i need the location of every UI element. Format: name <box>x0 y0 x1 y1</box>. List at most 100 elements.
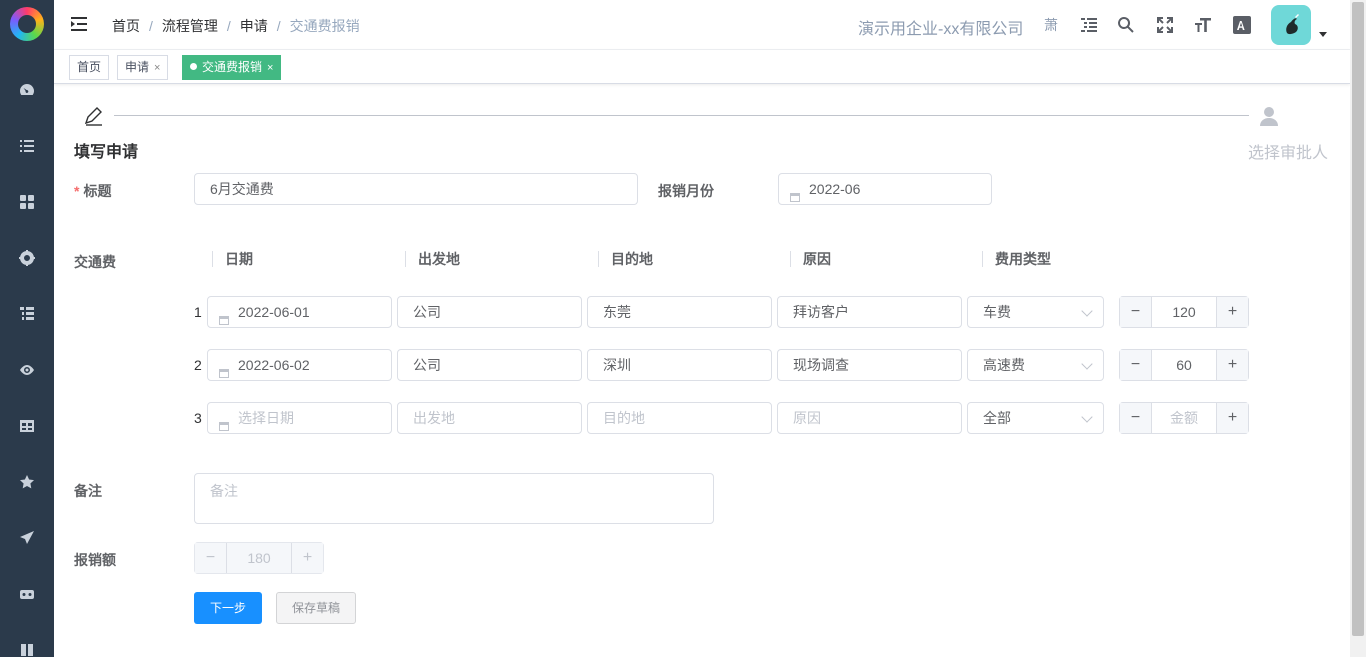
decrease-button[interactable]: − <box>1120 403 1152 433</box>
tag-apply[interactable]: 申请 × <box>117 55 169 80</box>
chevron-down-icon[interactable] <box>1319 32 1327 37</box>
font-size-icon[interactable] <box>1192 14 1214 36</box>
book-icon[interactable] <box>17 640 37 660</box>
chevron-down-icon <box>1081 305 1093 317</box>
column-header-date: 日期 <box>212 251 253 267</box>
row-type-value: 高速费 <box>983 357 1025 373</box>
row-reason-input[interactable]: 拜访客户 <box>777 296 962 328</box>
row-to-input[interactable]: 目的地 <box>587 402 772 434</box>
calendar-icon <box>218 359 230 378</box>
column-header-type: 费用类型 <box>982 251 1051 267</box>
total-label: 报销额 <box>74 552 116 568</box>
row-to-input[interactable]: 东莞 <box>587 296 772 328</box>
row-from-input[interactable]: 公司 <box>397 296 582 328</box>
increase-button[interactable]: + <box>1216 403 1248 433</box>
row-amount-stepper: −120 + <box>1119 296 1249 328</box>
total-amount-stepper: − 180 + <box>194 542 324 574</box>
robot-icon[interactable] <box>17 584 37 604</box>
decrease-button: − <box>195 543 227 573</box>
close-icon[interactable]: × <box>154 62 160 74</box>
tag-home[interactable]: 首页 <box>69 55 110 80</box>
column-header-from: 出发地 <box>405 251 460 267</box>
row-amount-placeholder[interactable]: 金额 <box>1152 403 1216 433</box>
chevron-down-icon <box>1081 411 1093 423</box>
row-number: 3 <box>194 410 202 426</box>
tag-apply-label: 申请 <box>125 60 150 74</box>
target-icon[interactable] <box>17 248 37 268</box>
calendar-icon <box>789 183 801 202</box>
decrease-button[interactable]: − <box>1120 297 1152 327</box>
breadcrumb-item-process[interactable]: 流程管理 <box>162 18 218 34</box>
app-logo[interactable] <box>10 7 44 41</box>
column-header-reason: 原因 <box>790 251 831 267</box>
fullscreen-icon[interactable] <box>1154 14 1176 36</box>
tree-icon[interactable] <box>1078 14 1100 36</box>
remark-textarea[interactable]: 备注 <box>194 473 714 524</box>
row-amount-stepper: −60 + <box>1119 349 1249 381</box>
grid-icon[interactable] <box>17 192 37 212</box>
save-draft-button[interactable]: 保存草稿 <box>276 592 356 624</box>
table-icon[interactable] <box>17 416 37 436</box>
tasks-icon[interactable] <box>17 304 37 324</box>
dashboard-icon[interactable] <box>17 80 37 100</box>
calendar-icon <box>218 306 230 325</box>
list-icon[interactable] <box>17 136 37 156</box>
user-avatar[interactable] <box>1271 5 1311 45</box>
close-icon[interactable]: × <box>267 62 273 74</box>
title-label: * 标题 <box>74 181 111 201</box>
row-date-value: 2022-06-02 <box>238 357 310 373</box>
breadcrumb: 首页 / 流程管理 / 申请 / 交通费报销 <box>112 18 360 34</box>
row-from-input[interactable]: 公司 <box>397 349 582 381</box>
scrollbar-thumb[interactable] <box>1352 2 1364 636</box>
row-reason-input[interactable]: 原因 <box>777 402 962 434</box>
row-date-picker[interactable]: 2022-06-02 <box>207 349 392 381</box>
title-input[interactable]: 6月交通费 <box>194 173 638 205</box>
total-amount-value: 180 <box>247 550 271 566</box>
row-amount-value[interactable]: 60 <box>1152 350 1216 380</box>
row-type-select[interactable]: 高速费 <box>967 349 1104 381</box>
required-mark: * <box>74 183 80 199</box>
decrease-button[interactable]: − <box>1120 350 1152 380</box>
top-navbar: 首页 / 流程管理 / 申请 / 交通费报销 演示用企业-xx有限公司 萧 <box>54 0 1350 50</box>
row-from-input[interactable]: 出发地 <box>397 402 582 434</box>
eye-icon[interactable] <box>17 360 37 380</box>
row-date-picker[interactable]: 2022-06-01 <box>207 296 392 328</box>
breadcrumb-item-home[interactable]: 首页 <box>112 18 140 34</box>
tag-transport-expense[interactable]: 交通费报销 × <box>182 55 282 80</box>
transport-label: 交通费 <box>74 254 116 270</box>
row-type-select[interactable]: 车费 <box>967 296 1104 328</box>
calendar-icon <box>218 412 230 431</box>
increase-button[interactable]: + <box>1216 350 1248 380</box>
row-number: 2 <box>194 357 202 373</box>
search-icon[interactable] <box>1115 14 1137 36</box>
step-connector <box>114 115 1249 116</box>
menu-fold-icon[interactable] <box>70 15 88 33</box>
send-icon[interactable] <box>17 528 37 548</box>
row-date-value: 2022-06-01 <box>238 304 310 320</box>
page-scrollbar[interactable] <box>1350 0 1366 657</box>
increase-button[interactable]: + <box>1216 297 1248 327</box>
row-date-placeholder: 选择日期 <box>238 410 294 426</box>
month-label: 报销月份 <box>658 183 714 199</box>
month-value: 2022-06 <box>809 181 861 197</box>
breadcrumb-item-apply[interactable]: 申请 <box>240 18 268 34</box>
chevron-down-icon <box>1081 358 1093 370</box>
row-to-input[interactable]: 深圳 <box>587 349 772 381</box>
next-step-button[interactable]: 下一步 <box>194 592 262 624</box>
column-header-to: 目的地 <box>598 251 653 267</box>
active-dot-icon <box>190 63 197 71</box>
row-number: 1 <box>194 304 202 320</box>
translate-icon[interactable] <box>1231 14 1253 36</box>
row-amount-value[interactable]: 120 <box>1152 297 1216 327</box>
step-1-title: 填写申请 <box>74 144 139 161</box>
step-2-title: 选择审批人 <box>1248 145 1329 162</box>
row-type-select[interactable]: 全部 <box>967 402 1104 434</box>
language-label[interactable]: 萧 <box>1040 14 1062 36</box>
main-content: 填写申请 选择审批人 * 标题 6月交通费 报销月份 2022-06 交通费 日期… <box>54 84 1350 657</box>
star-icon[interactable] <box>17 472 37 492</box>
row-date-picker[interactable]: 选择日期 <box>207 402 392 434</box>
month-picker[interactable]: 2022-06 <box>778 173 992 205</box>
user-icon <box>1258 105 1280 127</box>
tag-home-label: 首页 <box>77 60 102 74</box>
row-reason-input[interactable]: 现场调查 <box>777 349 962 381</box>
